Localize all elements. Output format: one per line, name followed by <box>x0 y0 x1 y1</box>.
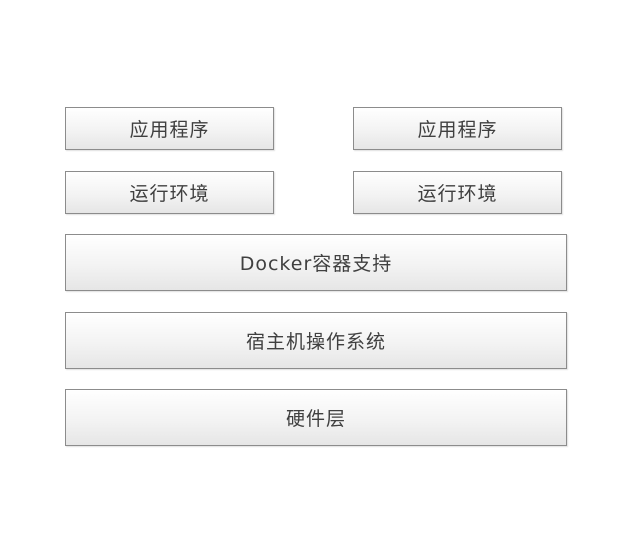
application-block-right: 应用程序 <box>353 107 562 150</box>
hardware-layer: 硬件层 <box>65 389 567 446</box>
runtime-block-right: 运行环境 <box>353 171 562 214</box>
host-os-layer: 宿主机操作系统 <box>65 312 567 369</box>
runtime-block-left: 运行环境 <box>65 171 274 214</box>
docker-support-layer: Docker容器支持 <box>65 234 567 291</box>
application-block-left: 应用程序 <box>65 107 274 150</box>
